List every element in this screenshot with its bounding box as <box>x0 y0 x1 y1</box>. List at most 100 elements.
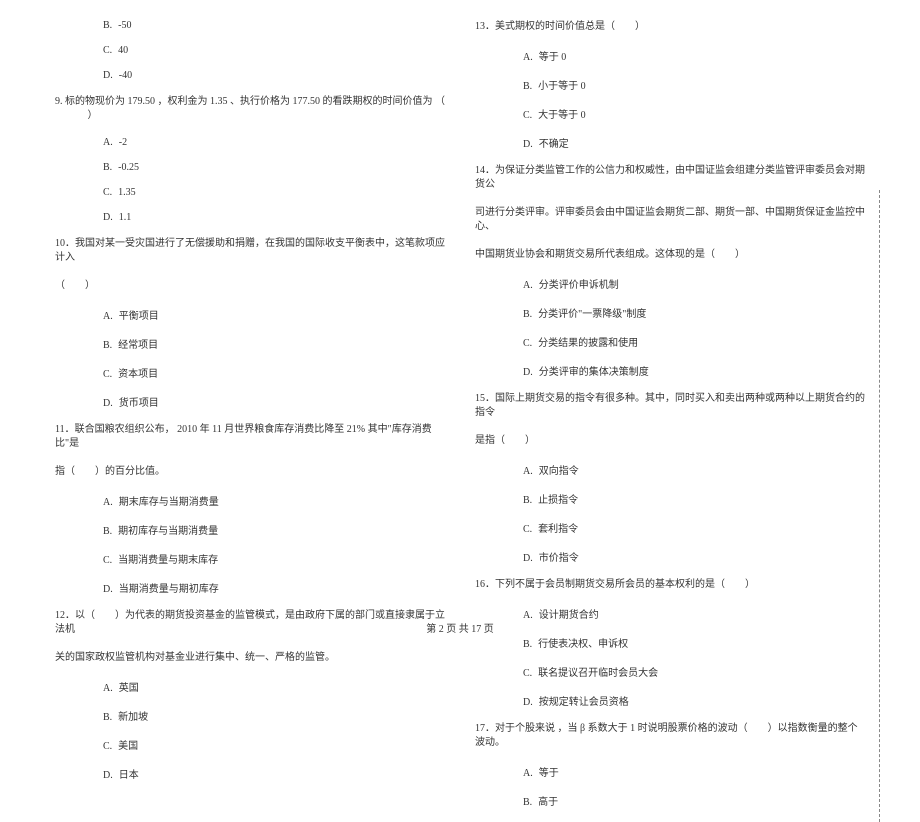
left-column: B.-50 C.40 D.-40 9. 标的物现价为 179.50 ，权利金为 … <box>40 20 460 822</box>
option-item: A.期末库存与当期消费量 <box>55 493 445 508</box>
question-11-stem: 11．联合国粮农组织公布， 2010 年 11 月世界粮食库存消费比降至 21%… <box>55 423 445 451</box>
option-item: B.新加坡 <box>55 708 445 723</box>
option-text: 分类评价"一票降级"制度 <box>538 309 646 320</box>
question-15-stem: 15．国际上期货交易的指令有很多种。其中，同时买入和卖出两种或两种以上期货合约的… <box>475 392 865 420</box>
option-text: 不确定 <box>539 139 569 150</box>
option-letter: A. <box>103 497 113 508</box>
option-text: 平衡项目 <box>119 311 159 322</box>
option-text: 市价指令 <box>539 553 579 564</box>
text-fragment: 17．对于个股来说 ，当 β 系数大于 1 时说明股票价格的波动（ ）以指数衡量… <box>475 723 858 748</box>
option-item: D. 分类评审的集体决策制度 <box>475 363 865 378</box>
option-text: 英国 <box>119 683 139 694</box>
option-text: 分类结果的披露和使用 <box>538 338 638 349</box>
option-text: -0.25 <box>118 162 139 173</box>
option-letter: B. <box>103 20 112 31</box>
option-item: B.止损指令 <box>475 491 865 506</box>
text-fragment: 中国期货业协会和期货交易所代表组成。这体现的是（ ） <box>475 249 745 260</box>
option-text: 高于 <box>538 797 558 808</box>
option-item: A.分类评价申诉机制 <box>475 276 865 291</box>
option-letter: D. <box>103 584 113 595</box>
text-fragment: 的看跌期权的时间价值为 <box>323 96 433 107</box>
option-item: B. -50 <box>55 20 445 31</box>
text-fragment: 15．国际上期货交易的指令有很多种。其中，同时买入和卖出两种或两种以上期货合约的… <box>475 393 865 418</box>
option-letter: D. <box>103 398 113 409</box>
page-edge-dashed-line <box>879 190 880 822</box>
question-10-stem-cont: （ ） <box>55 279 445 293</box>
option-text: 货币项目 <box>119 398 159 409</box>
option-text: 等于 0 <box>539 52 567 63</box>
option-letter: D. <box>523 139 533 150</box>
option-text: 日本 <box>119 770 139 781</box>
question-10-stem: 10．我国对某一受灾国进行了无偿援助和捐赠，在我国的国际收支平衡表中，这笔款项应… <box>55 237 445 265</box>
option-text: 行使表决权、申诉权 <box>538 639 628 650</box>
option-letter: A. <box>523 466 533 477</box>
page-footer: 第 2 页 共 17 页 <box>0 620 920 635</box>
option-item: B. 分类评价"一票降级"制度 <box>475 305 865 320</box>
option-letter: A. <box>523 52 533 63</box>
option-text: 联名提议召开临时会员大会 <box>538 668 658 679</box>
option-text: 期初库存与当期消费量 <box>118 526 218 537</box>
option-text: 双向指令 <box>539 466 579 477</box>
option-text: 分类评审的集体决策制度 <box>539 367 649 378</box>
option-letter: B. <box>103 712 112 723</box>
text-fragment: （ ） <box>55 280 95 291</box>
option-letter: C. <box>523 338 532 349</box>
question-17-stem: 17．对于个股来说 ，当 β 系数大于 1 时说明股票价格的波动（ ）以指数衡量… <box>475 722 865 750</box>
question-14-stem-cont: 司进行分类评审。评审委员会由中国证监会期货二部、期货一部、中国期货保证金监控中心… <box>475 206 865 234</box>
option-item: D.当期消费量与期初库存 <box>55 580 445 595</box>
option-text: 止损指令 <box>538 495 578 506</box>
option-item: D. 不确定 <box>475 135 865 150</box>
option-letter: D. <box>103 770 113 781</box>
option-letter: B. <box>523 309 532 320</box>
text-fragment: 是指（ ） <box>475 435 535 446</box>
option-item: C.大于等于 0 <box>475 106 865 121</box>
option-letter: B. <box>523 797 532 808</box>
question-14-stem: 14．为保证分类监管工作的公信力和权威性，由中国证监会组建分类监管评审委员会对期… <box>475 164 865 192</box>
text-fragment: 21% <box>347 424 365 435</box>
option-letter: D. <box>523 367 533 378</box>
text-fragment: 10．我国对某一受灾国进行了无偿援助和捐赠，在我国的国际收支平衡表中，这笔款项应… <box>55 238 445 263</box>
option-item: C.40 <box>55 45 445 56</box>
text-fragment: 16．下列不属于会员制期货交易所会员的基本权利的是（ ） <box>475 579 755 590</box>
text-fragment: 关的国家政权监管机构对基金业进行集中、统一、严格的监管。 <box>55 652 335 663</box>
question-16-stem: 16．下列不属于会员制期货交易所会员的基本权利的是（ ） <box>475 578 865 592</box>
option-item: A. 等于 0 <box>475 48 865 63</box>
option-text: 等于 <box>539 768 559 779</box>
option-text: 小于等于 0 <box>538 81 586 92</box>
option-item: C.资本项目 <box>55 365 445 380</box>
option-letter: D. <box>523 553 533 564</box>
text-fragment: 177.50 <box>293 96 321 107</box>
option-text: -50 <box>118 20 131 31</box>
option-item: D.1.1 <box>55 212 445 223</box>
option-letter: D. <box>103 212 113 223</box>
option-letter: C. <box>523 668 532 679</box>
text-fragment: 9. 标的物现价为 <box>55 96 125 107</box>
option-item: B.期初库存与当期消费量 <box>55 522 445 537</box>
option-letter: A. <box>103 137 113 148</box>
option-item: B. 高于 <box>475 793 865 808</box>
option-letter: D. <box>523 697 533 708</box>
option-letter: C. <box>103 45 112 56</box>
option-letter: A. <box>103 683 113 694</box>
option-item: A.-2 <box>55 137 445 148</box>
option-item: D. 市价指令 <box>475 549 865 564</box>
option-text: -40 <box>119 70 132 81</box>
option-letter: B. <box>103 340 112 351</box>
option-text: 按规定转让会员资格 <box>539 697 629 708</box>
option-text: 分类评价申诉机制 <box>539 280 619 291</box>
option-letter: C. <box>103 555 112 566</box>
option-item: A.等于 <box>475 764 865 779</box>
document-page: B.-50 C.40 D.-40 9. 标的物现价为 179.50 ，权利金为 … <box>0 0 920 822</box>
option-text: 大于等于 0 <box>538 110 586 121</box>
option-item: A.平衡项目 <box>55 307 445 322</box>
option-item: A.设计期货合约 <box>475 606 865 621</box>
option-item: C. 联名提议召开临时会员大会 <box>475 664 865 679</box>
question-14-stem-cont2: 中国期货业协会和期货交易所代表组成。这体现的是（ ） <box>475 248 865 262</box>
option-item: C.套利指令 <box>475 520 865 535</box>
blank-paren: （ <box>435 96 445 107</box>
option-item: B.小于等于 0 <box>475 77 865 92</box>
option-text: 资本项目 <box>118 369 158 380</box>
option-item: B.行使表决权、申诉权 <box>475 635 865 650</box>
option-item: D. 日本 <box>55 766 445 781</box>
option-item: D. 货币项目 <box>55 394 445 409</box>
